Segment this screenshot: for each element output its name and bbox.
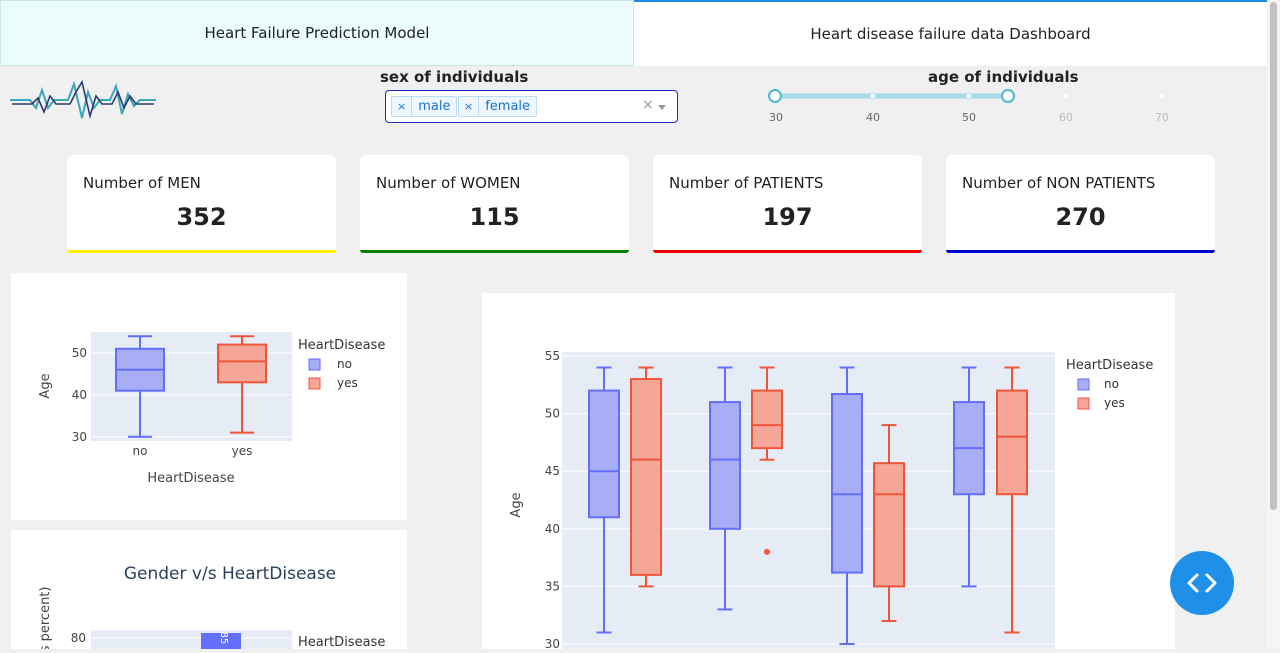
card-accent-bar — [67, 250, 336, 253]
legend-label-no[interactable]: no — [1104, 377, 1119, 391]
x-tick: no — [133, 444, 148, 458]
legend-swatch-yes[interactable] — [308, 377, 321, 390]
chip-male: × male — [391, 96, 458, 117]
card-value: 270 — [1055, 203, 1106, 231]
tab-dashboard[interactable]: Heart disease failure data Dashboard — [634, 0, 1267, 66]
card-non-patients: Number of NON PATIENTS 270 — [946, 155, 1215, 253]
age-group-boxplot-panel: 30 35 40 45 50 55 Age HeartDisease no yes — [482, 293, 1175, 651]
y-tick: 55 — [545, 349, 560, 363]
card-accent-bar — [360, 250, 629, 253]
card-value: 352 — [176, 203, 227, 231]
legend-swatch-no[interactable] — [1077, 378, 1090, 391]
gender-bar-panel: Gender v/s HeartDisease l as percent) 80… — [11, 530, 407, 653]
x-axis-title: HeartDisease — [147, 471, 234, 486]
sex-dropdown[interactable]: × male × female × — [385, 90, 678, 123]
age-max-handle[interactable] — [1001, 89, 1015, 103]
remove-male-icon[interactable]: × — [392, 97, 413, 116]
y-tick: 80 — [71, 631, 86, 645]
legend-title: HeartDisease — [1066, 358, 1153, 373]
age-tick: 50 — [962, 111, 976, 124]
bar-label: 85 — [218, 632, 229, 645]
card-men: Number of MEN 352 — [67, 155, 336, 253]
sex-filter-label: sex of individuals — [380, 68, 529, 86]
group3-box-yes-box[interactable] — [873, 462, 905, 588]
card-value: 197 — [762, 203, 813, 231]
code-brackets-icon — [1187, 573, 1217, 593]
card-accent-bar — [946, 250, 1215, 253]
y-tick: 45 — [545, 464, 560, 478]
chip-female-label: female — [485, 99, 531, 114]
age-filter-label: age of individuals — [928, 68, 1079, 86]
group1-box-no-box[interactable] — [588, 389, 620, 519]
y-tick: 35 — [545, 579, 560, 593]
legend-title: HeartDisease — [298, 635, 385, 649]
chart-title: Gender v/s HeartDisease — [124, 564, 336, 584]
group1-box-yes-box[interactable] — [630, 378, 662, 576]
y-axis-title: l as percent) — [38, 587, 53, 649]
card-value: 115 — [469, 203, 520, 231]
y-axis-title: Age — [509, 492, 524, 517]
card-women: Number of WOMEN 115 — [360, 155, 629, 253]
legend-swatch-yes[interactable] — [1077, 397, 1090, 410]
card-patients: Number of PATIENTS 197 — [653, 155, 922, 253]
group3-box-no-box[interactable] — [831, 393, 863, 574]
age-tick: 30 — [769, 111, 783, 124]
age-boxplot-chart[interactable]: 30 40 50 no yes HeartDisease Age HeartDise… — [11, 273, 407, 520]
scrollbar-thumb[interactable] — [1270, 2, 1277, 510]
group4-box-yes-box[interactable] — [996, 389, 1028, 496]
legend-label-yes[interactable]: yes — [337, 376, 358, 390]
group2-box-yes-box[interactable] — [751, 389, 783, 450]
y-axis-title: Age — [38, 373, 53, 398]
age-range-slider[interactable]: 30 40 50 60 70 — [757, 86, 1237, 126]
legend-label-no[interactable]: no — [337, 357, 352, 371]
dropdown-arrow-icon[interactable] — [658, 105, 666, 110]
plot-area — [91, 630, 292, 649]
y-tick: 40 — [72, 388, 87, 402]
age-min-handle[interactable] — [768, 89, 782, 103]
age-tick: 40 — [866, 111, 880, 124]
group2-box-no-box[interactable] — [709, 401, 741, 530]
age-tick: 60 — [1059, 111, 1073, 124]
chip-female: × female — [458, 96, 538, 117]
gender-bar-chart[interactable]: Gender v/s HeartDisease l as percent) 80… — [11, 530, 407, 653]
y-tick: 30 — [545, 637, 560, 649]
clear-selection-icon[interactable]: × — [642, 97, 654, 113]
card-label: Number of NON PATIENTS — [962, 174, 1156, 192]
chip-male-label: male — [418, 99, 451, 114]
group2-box-yes-outlier[interactable] — [764, 548, 770, 555]
card-label: Number of MEN — [83, 174, 201, 192]
y-tick: 30 — [72, 430, 87, 444]
y-tick: 50 — [72, 346, 87, 360]
legend-label-yes[interactable]: yes — [1104, 396, 1125, 410]
x-tick: yes — [232, 444, 253, 458]
age-tick: 70 — [1155, 111, 1169, 124]
tab-prediction-model[interactable]: Heart Failure Prediction Model — [0, 0, 634, 66]
y-tick: 40 — [545, 522, 560, 536]
page-scrollbar[interactable] — [1267, 0, 1280, 649]
age-boxplot-panel: 30 40 50 no yes HeartDisease Age HeartDise… — [11, 273, 407, 520]
heartbeat-logo-icon — [10, 79, 156, 120]
legend-swatch-no[interactable] — [308, 358, 321, 371]
code-toggle-button[interactable] — [1170, 551, 1234, 615]
y-tick: 50 — [545, 407, 560, 421]
card-label: Number of WOMEN — [376, 174, 521, 192]
age-group-boxplot-chart[interactable]: 30 35 40 45 50 55 Age HeartDisease no yes — [482, 293, 1175, 651]
legend-title: HeartDisease — [298, 338, 385, 353]
card-label: Number of PATIENTS — [669, 174, 824, 192]
card-accent-bar — [653, 250, 922, 253]
tab-bar: Heart Failure Prediction Model Heart dis… — [0, 0, 1267, 66]
box-yes-box[interactable] — [217, 343, 267, 384]
remove-female-icon[interactable]: × — [459, 97, 480, 116]
